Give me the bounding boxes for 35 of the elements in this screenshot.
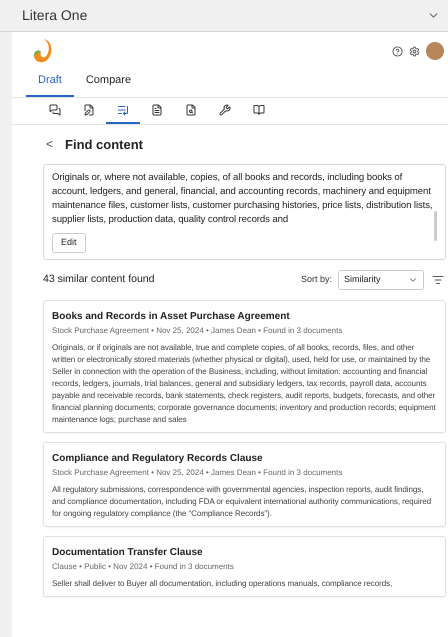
result-meta: Clause • Public • Nov 2024 • Found in 3 documents — [52, 561, 235, 573]
help-icon[interactable] — [392, 46, 403, 56]
result-card[interactable] — [43, 300, 446, 433]
result-text: All regulatory submissions, correspondence with governmental agencies, inspection reports, audit findings, and compliance documentation, including FDA or equivalent international authority communications, required for ongoing regulatory compliance (the “Compliance Records”). — [52, 484, 432, 520]
document-pen-icon — [83, 104, 95, 116]
result-card[interactable]: Documentation Transfer Clause Clause • Public • Nov 2024 • Found in 3 documents Seller shall deliver to Buyer all documentation, including operations manuals, compliance records, — [43, 536, 446, 597]
result-title: Documentation Transfer Clause — [52, 546, 204, 560]
result-title: Books and Records in Asset Purchase Agreement — [52, 310, 291, 324]
result-meta: Stock Purchase Agreement • Nov 25, 2024 • James Dean • Found in 3 documents — [52, 467, 344, 479]
tools-icon — [219, 104, 231, 116]
window-title: Litera One — [22, 6, 88, 25]
results-count: 43 similar content found — [43, 272, 156, 288]
book-icon — [253, 104, 265, 116]
document-search-icon — [185, 104, 197, 116]
settings-icon[interactable] — [409, 46, 420, 56]
edit-button[interactable]: Edit — [52, 233, 86, 252]
result-text: Seller shall deliver to Buyer all documentation, including operations manuals, compliance records, — [52, 578, 394, 590]
list-pen-icon — [117, 104, 129, 116]
back-button[interactable]: < — [46, 135, 54, 154]
document-text-icon — [151, 104, 163, 116]
query-text: Originals or, where not available, copies, of all books and records, including books of account, ledgers, and general, financial, and accounting records, machinery and equipment maintenance files, customer lists, customer purchasing histories, price lists, distribution lists, supplier lists, production data, quality control records and — [52, 171, 434, 227]
sort-label: Sort by: — [300, 273, 332, 286]
filter-icon[interactable] — [432, 274, 444, 286]
result-text: Originals, or if originals are not available, true and complete copies, of all books, records, files, and other written or electronically stored materials (whether physical or digital), used, held for use, or maintained by the Seller in connection with the operation of the Business, including, without limitation: accounting and financial records, ledgers, journals, trial balances, general and subsidiary ledgers, tax records, payroll data, accounts payable and receivable records, bank statements, check registers, audit reports, budgets, forecasts, and other financial planning documents; corporate governance documents; inventory and production records; equipment maintenance logs; purchase and sales — [52, 342, 437, 426]
tab[interactable]: Compare — [74, 72, 144, 96]
chat-icon — [49, 104, 61, 116]
tab[interactable]: Draft — [26, 72, 74, 96]
result-card[interactable] — [43, 442, 446, 527]
avatar[interactable] — [426, 42, 444, 60]
result-title: Compliance and Regulatory Records Clause — [52, 452, 264, 466]
result-meta: Stock Purchase Agreement • Nov 25, 2024 • James Dean • Found in 3 documents — [52, 325, 344, 337]
scrollbar-thumb[interactable] — [434, 211, 437, 241]
page-heading: Find content — [65, 136, 144, 154]
logo-icon — [32, 38, 54, 64]
sort-dropdown[interactable]: Similarity — [338, 270, 424, 290]
